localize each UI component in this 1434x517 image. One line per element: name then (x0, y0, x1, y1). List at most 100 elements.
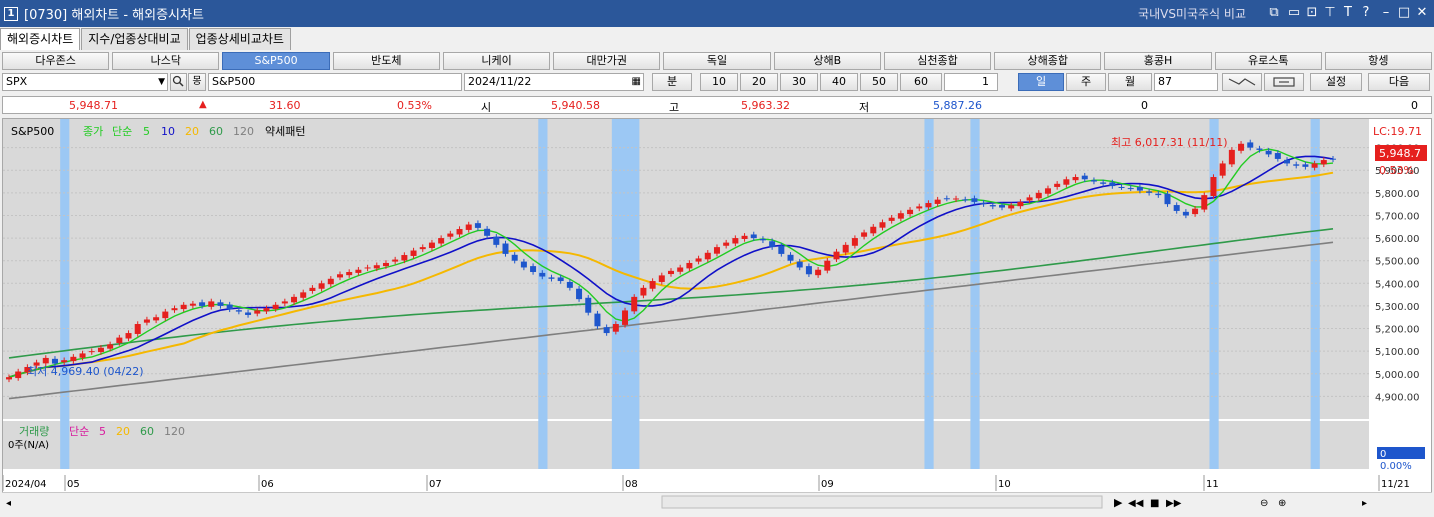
maximize-icon[interactable]: □ (1396, 5, 1412, 21)
candle-body (888, 217, 895, 221)
zoom-in-icon[interactable]: ⊕ (1278, 498, 1286, 509)
volume-last-pct: 0.00% (1380, 461, 1412, 472)
candle-body (980, 202, 987, 205)
bar-count-input[interactable]: 87 (1154, 73, 1218, 91)
chevron-down-icon[interactable]: ▼ (158, 74, 165, 90)
candle-body (897, 213, 904, 219)
minute-40-button[interactable]: 40 (820, 73, 858, 91)
candle-body (1100, 182, 1107, 184)
open-price: 5,940.58 (551, 99, 600, 112)
forward-icon[interactable]: ▶▶ (1166, 498, 1182, 509)
candle-body (842, 244, 849, 253)
index-button-hangseng[interactable]: 항셍 (1324, 52, 1433, 70)
frame-icon[interactable]: ⊡ (1304, 5, 1320, 21)
x-tick-label: 2024/04 (5, 479, 47, 490)
candle-body (943, 198, 950, 200)
index-button-nikkei[interactable]: 니케이 (442, 52, 551, 70)
candle-body (713, 247, 720, 254)
index-button-taiwan[interactable]: 대만가권 (553, 52, 661, 70)
minimize-icon[interactable]: – (1378, 5, 1394, 21)
count-input[interactable]: 1 (944, 73, 998, 91)
chart-scrollbar[interactable]: ◂ ▶ ◀◀ ■ ▶▶ ⊖ ⊕ ▸ (2, 492, 1432, 512)
candle-body (1035, 192, 1042, 199)
y-tick-label: 5,700.00 (1375, 211, 1420, 222)
index-button-hongkong-h[interactable]: 홍콩H (1104, 52, 1212, 70)
rewind-icon[interactable]: ◀◀ (1128, 498, 1144, 509)
candle-body (309, 287, 316, 291)
candle-body (530, 266, 537, 272)
index-button-shanghai-b[interactable]: 상해B (773, 52, 881, 70)
period-day-button[interactable]: 일 (1018, 73, 1064, 91)
index-button-eurostoxx[interactable]: 유로스톡 (1214, 52, 1322, 70)
next-button[interactable]: 다음 (1368, 73, 1430, 91)
candle-body (511, 254, 518, 261)
scroll-thumb[interactable] (661, 495, 1103, 509)
scroll-right-icon[interactable]: ▸ (1362, 498, 1367, 509)
line-chart-icon[interactable] (1222, 73, 1262, 91)
search-icon[interactable] (170, 73, 187, 91)
candle-body (934, 199, 941, 204)
minute-60-button[interactable]: 60 (900, 73, 942, 91)
candle-body (520, 261, 527, 268)
candle-body (401, 255, 408, 261)
zoom-out-icon[interactable]: ⊖ (1260, 498, 1268, 509)
pin-icon[interactable]: ⊤ (1322, 5, 1338, 21)
candle-body (658, 275, 665, 282)
date-input[interactable]: 2024/11/22 ▦ (464, 73, 644, 91)
restore-icon[interactable]: ⧉ (1266, 5, 1282, 21)
calendar-icon[interactable]: ▦ (632, 74, 641, 90)
symbol-search-icon[interactable]: 몽 (188, 73, 206, 91)
candle-body (962, 199, 969, 201)
candle-body (97, 347, 104, 353)
chart-type-icon[interactable] (1264, 73, 1304, 91)
index-button-sp500[interactable]: S&P500 (222, 52, 330, 70)
volume-unit: 0주(N/A) (8, 440, 49, 451)
tab-sector-compare[interactable]: 업종상세비교차트 (188, 28, 291, 50)
candle-body (162, 311, 169, 319)
settings-button[interactable]: 설정 (1310, 73, 1362, 91)
stop-icon[interactable]: ■ (1150, 498, 1159, 509)
minute-30-button[interactable]: 30 (780, 73, 818, 91)
candle-body (447, 233, 454, 237)
tab-relative-compare[interactable]: 지수/업종상대비교 (81, 28, 188, 50)
index-button-dow[interactable]: 다우존스 (2, 52, 110, 70)
highlight-band (1310, 119, 1320, 469)
highlight-band (611, 119, 640, 469)
period-month-button[interactable]: 월 (1108, 73, 1152, 91)
minute-20-button[interactable]: 20 (740, 73, 778, 91)
minute-50-button[interactable]: 50 (860, 73, 898, 91)
candle-body (1026, 197, 1033, 201)
candle-body (171, 308, 178, 311)
period-week-button[interactable]: 주 (1066, 73, 1106, 91)
compare-link[interactable]: 국내VS미국주식 비교 (1138, 5, 1246, 22)
volume-ma5: 5 (99, 425, 106, 438)
candle-body (410, 250, 417, 256)
index-button-shenzhen[interactable]: 심천종합 (883, 52, 992, 70)
font-icon[interactable]: T (1340, 5, 1356, 21)
candle-body (42, 357, 49, 364)
x-tick-label: 10 (998, 479, 1011, 490)
index-button-nasdaq[interactable]: 나스닥 (112, 52, 220, 70)
minimize-panel-icon[interactable]: ▭ (1286, 5, 1302, 21)
close-icon[interactable]: ✕ (1414, 5, 1430, 21)
help-icon[interactable]: ? (1358, 5, 1374, 21)
tab-overseas-chart[interactable]: 해외증시차트 (0, 28, 81, 50)
index-button-shanghai-composite[interactable]: 상해종합 (994, 52, 1102, 70)
minute-10-button[interactable]: 10 (700, 73, 738, 91)
candle-body (1302, 164, 1309, 167)
index-button-germany[interactable]: 독일 (663, 52, 771, 70)
price-chart[interactable]: 6,000.005,900.005,800.005,700.005,600.00… (2, 118, 1432, 498)
legend-price: 종가 (83, 125, 103, 138)
play-icon[interactable]: ▶ (1114, 496, 1123, 509)
legend-ma-label: 단순 (112, 125, 132, 138)
index-button-semiconductor[interactable]: 반도체 (332, 52, 440, 70)
symbol-select[interactable]: SPX ▼ (2, 73, 168, 91)
scroll-left-icon[interactable]: ◂ (6, 498, 11, 509)
window-number[interactable]: 1 (4, 6, 18, 21)
minute-button[interactable]: 분 (652, 73, 692, 91)
candle-body (787, 254, 794, 261)
candle-body (576, 288, 583, 300)
chart-canvas[interactable]: 6,000.005,900.005,800.005,700.005,600.00… (3, 119, 1431, 497)
candle-body (594, 313, 601, 327)
candle-body (272, 304, 279, 310)
